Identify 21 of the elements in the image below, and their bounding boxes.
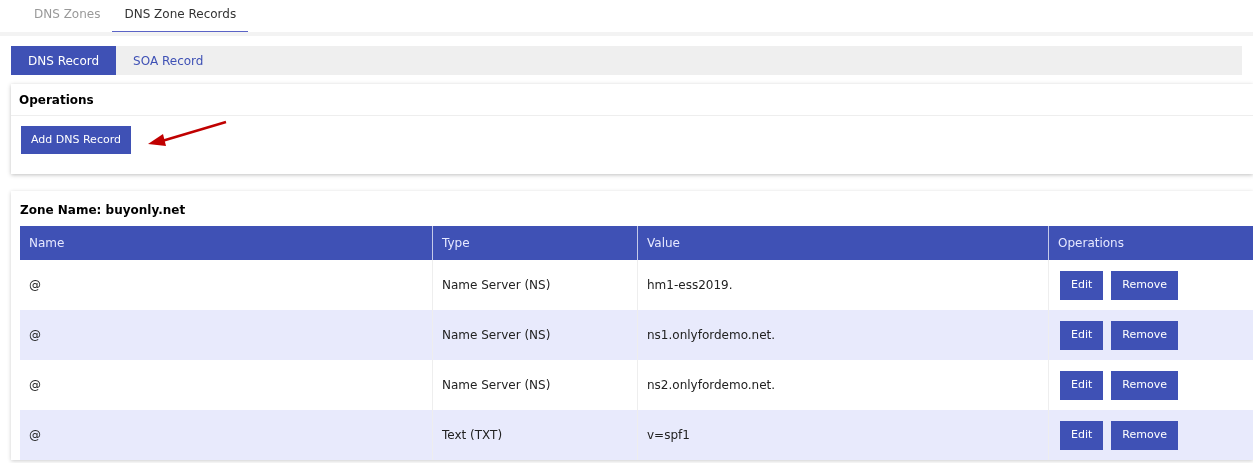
add-dns-record-button[interactable]: Add DNS Record [21,126,131,154]
remove-button[interactable]: Remove [1111,320,1178,350]
table-cell-text: @ [28,427,42,444]
table-cell-text: @ [28,277,42,294]
sub-tab[interactable]: SOA Record [116,46,221,75]
table-cell: Text (TXT) [432,410,637,460]
panel-title: Operations [19,91,94,109]
remove-button[interactable]: Remove [1111,370,1178,400]
top-tab[interactable]: DNS Zone Records [112,0,249,32]
remove-button[interactable]: Remove [1111,420,1178,450]
edit-button[interactable]: Edit [1060,370,1104,400]
sub-tab[interactable]: DNS Record [11,46,117,75]
table-cell-text: @ [28,377,42,394]
table-cell: v=spf1 [637,410,1048,460]
edit-button[interactable]: Edit [1060,320,1104,350]
column-header: Name [28,235,66,252]
zone-name-title: Zone Name: buyonly.net [20,203,186,217]
remove-button[interactable]: Remove [1111,270,1178,300]
edit-button[interactable]: Edit [1060,270,1104,300]
edit-button[interactable]: Edit [1060,420,1104,450]
table-cell-text: @ [28,327,42,344]
